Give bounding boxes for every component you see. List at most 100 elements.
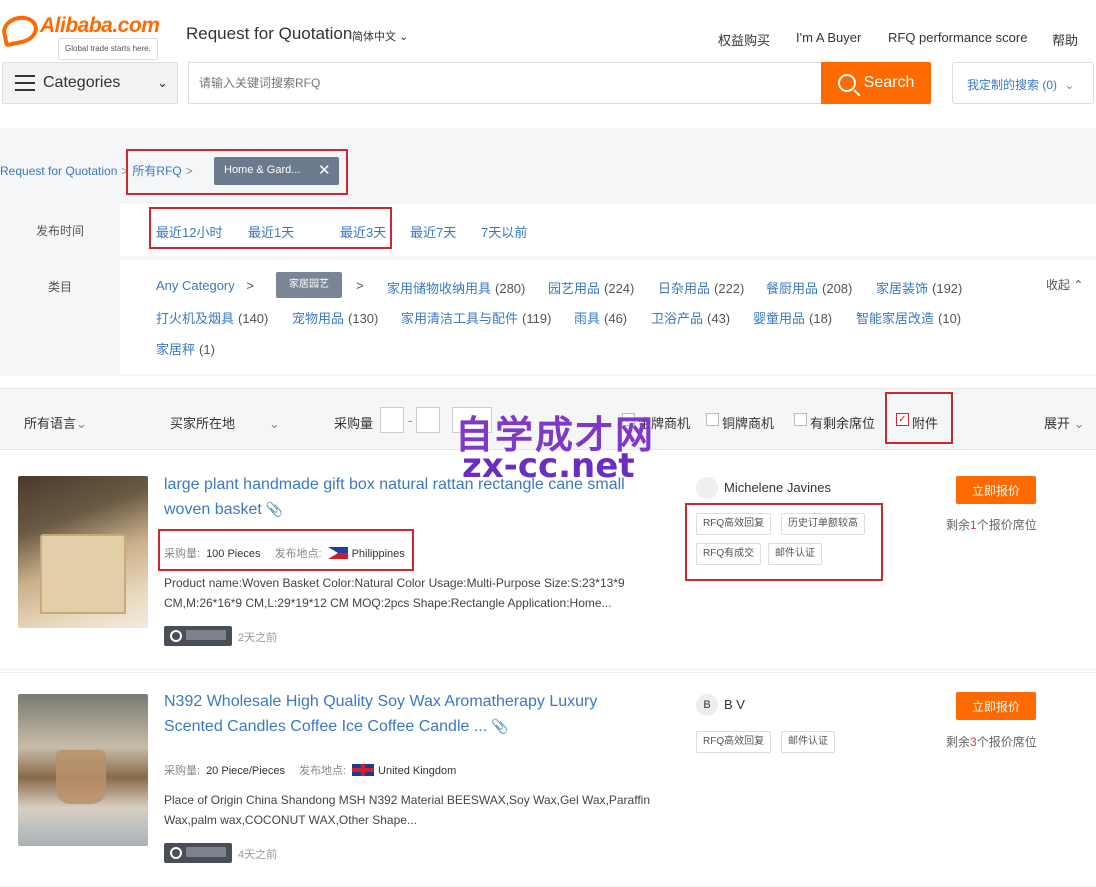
- remaining-seats: 剩余1个报价席位: [946, 516, 1037, 533]
- category-name: 家用清洁工具与配件: [401, 311, 519, 326]
- seats-checkbox[interactable]: [794, 413, 807, 426]
- language-label: 简体中文: [352, 31, 396, 43]
- supplier-badge: [164, 626, 232, 646]
- category-item[interactable]: 卫浴产品 (43): [651, 308, 730, 327]
- chevron-right-icon: >: [356, 278, 364, 293]
- language-select[interactable]: 简体中文 ⌄: [352, 28, 408, 44]
- category-item[interactable]: 家居装饰 (192): [876, 278, 962, 297]
- category-name: 卫浴产品: [651, 311, 704, 326]
- remain-prefix: 剩余: [946, 518, 971, 532]
- category-count: (43): [707, 311, 731, 326]
- buyer-tag: RFQ高效回复: [696, 731, 772, 753]
- category-name: 宠物用品: [292, 311, 345, 326]
- search-input[interactable]: [189, 63, 822, 103]
- buyer-name[interactable]: B V: [724, 697, 745, 712]
- bronze-checkbox[interactable]: [706, 413, 719, 426]
- avatar: B: [696, 694, 718, 716]
- category-item[interactable]: 打火机及烟具 (140): [156, 308, 268, 327]
- highlight-box: [158, 529, 414, 571]
- buyer-location-filter[interactable]: 买家所在地 ⌄: [170, 413, 280, 432]
- time-option-7d[interactable]: 最近7天: [410, 222, 456, 241]
- quote-button[interactable]: 立即报价: [956, 476, 1036, 504]
- badge-label: [186, 630, 226, 640]
- quantity-min-input[interactable]: [380, 407, 404, 433]
- highlight-box: [126, 149, 348, 195]
- nav-help[interactable]: 帮助: [1052, 30, 1078, 49]
- nav-buyer[interactable]: I'm A Buyer: [796, 30, 861, 45]
- avatar: [696, 477, 718, 499]
- listing-title[interactable]: N392 Wholesale High Quality Soy Wax Arom…: [164, 689, 654, 739]
- chevron-up-icon: ⌃: [1073, 278, 1084, 292]
- current-category-tag[interactable]: 家居园艺: [276, 272, 342, 298]
- expand-toggle[interactable]: 展开 ⌄: [1044, 413, 1085, 432]
- custom-search-label: 我定制的搜索 (0): [967, 78, 1058, 92]
- category-item[interactable]: 家居秤 (1): [156, 339, 215, 358]
- category-item[interactable]: 餐厨用品 (208): [766, 278, 852, 297]
- language-filter[interactable]: 所有语言⌄: [24, 413, 87, 432]
- chevron-down-icon: ⌄: [157, 75, 168, 90]
- buyer-location-label: 买家所在地: [170, 416, 236, 431]
- posted-time: 2天之前: [238, 632, 278, 644]
- category-item[interactable]: 智能家居改造 (10): [856, 308, 961, 327]
- category-count: (130): [348, 311, 379, 326]
- quantity-max-input[interactable]: [416, 407, 440, 433]
- category-item[interactable]: 宠物用品 (130): [292, 308, 378, 327]
- listing-title-text: N392 Wholesale High Quality Soy Wax Arom…: [164, 693, 598, 735]
- custom-search-dropdown[interactable]: 我定制的搜索 (0) ⌄: [952, 62, 1094, 104]
- header: Alibaba.com Global trade starts here. Re…: [0, 0, 1096, 112]
- category-item[interactable]: 家用清洁工具与配件 (119): [401, 308, 551, 327]
- page-title: Request for Quotation: [186, 24, 353, 43]
- posted-time: 4天之前: [238, 849, 278, 861]
- highlight-box: [149, 207, 392, 249]
- category-item[interactable]: 雨具 (46): [574, 308, 627, 327]
- range-dash: -: [408, 413, 413, 428]
- chevron-down-icon: ⌄: [269, 416, 280, 431]
- categories-label: Categories: [43, 74, 121, 91]
- category-item[interactable]: 园艺用品 (224): [548, 278, 634, 297]
- search-field[interactable]: [188, 62, 822, 104]
- search-button-label: Search: [863, 74, 915, 91]
- chevron-down-icon: ⌄: [1064, 78, 1075, 92]
- categories-button[interactable]: Categories ⌄: [2, 62, 178, 104]
- seats-label: 有剩余席位: [810, 416, 876, 431]
- chevron-down-icon: ⌄: [76, 416, 87, 431]
- breadcrumb-root[interactable]: Request for Quotation: [0, 164, 117, 178]
- category-count: (192): [932, 281, 963, 296]
- quote-button[interactable]: 立即报价: [956, 692, 1036, 720]
- nav-rfq-score[interactable]: RFQ performance score: [888, 30, 1027, 45]
- category-name: 家用储物收纳用具: [387, 281, 492, 296]
- category-name: 打火机及烟具: [156, 311, 235, 326]
- category-name: 雨具: [574, 311, 601, 326]
- alibaba-logo[interactable]: Alibaba.com Global trade starts here.: [0, 12, 177, 60]
- any-category-link[interactable]: Any Category >: [156, 278, 254, 293]
- remain-number: 1: [970, 518, 977, 532]
- badge-icon: [170, 847, 182, 859]
- logo-tagline: Global trade starts here.: [58, 38, 158, 60]
- buyer-name[interactable]: Michelene Javines: [724, 480, 831, 495]
- category-count: (46): [604, 311, 628, 326]
- category-item[interactable]: 婴童用品 (18): [753, 308, 832, 327]
- category-item[interactable]: 家用储物收纳用具 (280): [387, 278, 525, 297]
- logo-mark-icon: [0, 12, 41, 48]
- language-filter-label: 所有语言: [24, 416, 77, 431]
- category-name: 家居秤: [156, 342, 196, 357]
- chevron-down-icon: ⌄: [1073, 416, 1085, 431]
- watermark-url: zx-cc.net: [462, 446, 635, 486]
- supplier-badge: [164, 843, 232, 863]
- paperclip-icon: 📎: [265, 501, 284, 517]
- time-filter-label: 发布时间: [0, 204, 120, 256]
- highlight-box: [885, 392, 953, 444]
- category-item[interactable]: 日杂用品 (222): [658, 278, 744, 297]
- category-count: (18): [809, 311, 833, 326]
- remain-suffix: 个报价席位: [976, 518, 1037, 532]
- uk-flag-icon: [352, 764, 375, 776]
- product-image[interactable]: [18, 694, 148, 846]
- any-category-label: Any Category: [156, 278, 235, 293]
- nav-benefits[interactable]: 权益购买: [718, 30, 770, 49]
- search-button[interactable]: Search: [821, 62, 931, 104]
- product-image[interactable]: [18, 476, 148, 628]
- chevron-right-icon: >: [246, 278, 254, 293]
- category-count: (224): [604, 281, 635, 296]
- time-option-older[interactable]: 7天以前: [481, 222, 527, 241]
- collapse-toggle[interactable]: 收起 ⌃: [1046, 276, 1083, 293]
